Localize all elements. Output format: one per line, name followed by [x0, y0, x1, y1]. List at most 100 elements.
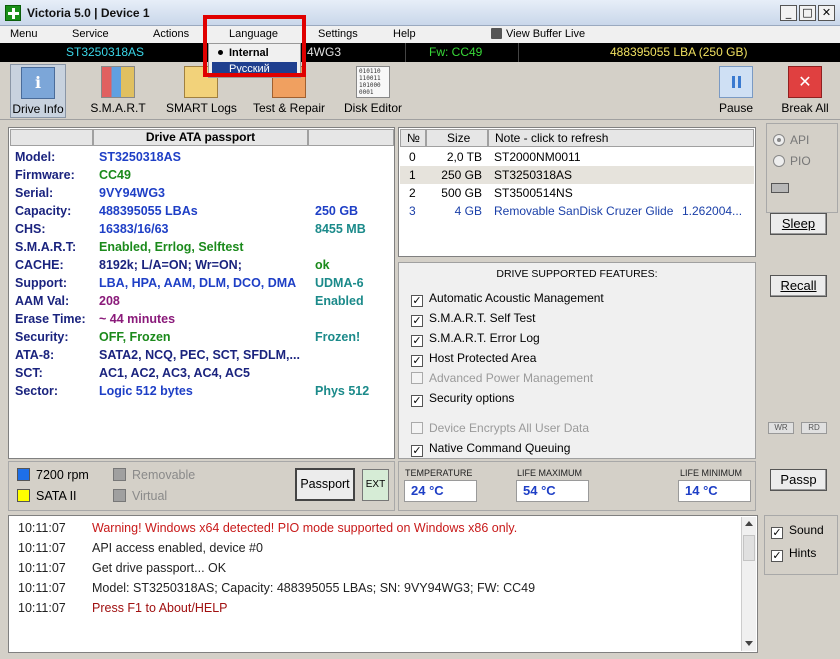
disk-editor-button[interactable]: 010110 110011 101000 0001 Disk Editor [343, 64, 403, 118]
drives-col-no[interactable]: № [400, 129, 426, 147]
checkbox-icon [411, 372, 423, 384]
sound-checkbox[interactable]: ✓ Sound [771, 523, 824, 539]
sata-legend: SATA II [17, 489, 77, 503]
virtual-swatch-icon [113, 489, 126, 502]
passport-value: ST3250318AS [99, 150, 182, 164]
smart-label: S.M.A.R.T [90, 101, 146, 115]
checkbox-icon: ✓ [411, 444, 423, 457]
feature-label: Security options [429, 391, 515, 405]
menu-help[interactable]: Help [393, 27, 416, 42]
maximize-button[interactable]: □ [799, 5, 816, 21]
ext-button[interactable]: EXT [362, 469, 389, 501]
close-button[interactable]: ✕ [818, 5, 835, 21]
passp-button[interactable]: Passp [770, 469, 827, 491]
drive-row[interactable]: 1 250 GB ST3250318AS [400, 166, 754, 184]
scroll-down-icon[interactable] [745, 641, 753, 646]
disk-editor-label: Disk Editor [343, 101, 402, 115]
menu-menu[interactable]: Menu [10, 27, 38, 42]
log-entry: 10:11:07 Warning! Windows x64 detected! P… [18, 518, 517, 538]
feature-label: Advanced Power Management [429, 371, 594, 385]
passport-label: Security: [15, 330, 69, 344]
passport-extra: Frozen! [315, 330, 361, 344]
disk-editor-icon: 010110 110011 101000 0001 [356, 66, 390, 98]
menu-actions[interactable]: Actions [153, 27, 189, 42]
feature-label: Device Encrypts All User Data [429, 421, 590, 435]
drive-row[interactable]: 3 4 GB Removable SanDisk Cruzer Glide 1.262… [400, 202, 754, 220]
passport-label: SCT: [15, 366, 43, 380]
passport-button[interactable]: Passport [295, 468, 355, 501]
pause-button[interactable]: Pause [713, 64, 759, 118]
drives-col-size[interactable]: Size [426, 129, 488, 147]
checkbox-icon: ✓ [411, 294, 423, 307]
rd-indicator: RD [801, 422, 827, 434]
drive-note: Removable SanDisk Cruzer Glide [494, 204, 674, 218]
scroll-thumb[interactable] [743, 535, 755, 561]
break-all-button[interactable]: ✕ Break All [778, 64, 832, 118]
passport-value: 488395055 LBAs [99, 204, 198, 218]
drives-col-note[interactable]: Note - click to refresh [488, 129, 754, 147]
test-repair-label: Test & Repair [252, 101, 326, 115]
passport-value: 9VY94WG3 [99, 186, 166, 200]
drive-number: 1 [409, 168, 416, 182]
feature-checkbox[interactable]: ✓ S.M.A.R.T. Error Log [411, 329, 540, 347]
status-lba: 488395055 LBA (250 GB) [610, 45, 748, 59]
passport-extra: Enabled [315, 294, 364, 308]
passport-label: CACHE: [15, 258, 64, 272]
log-text: Get drive passport... OK [92, 561, 227, 575]
menu-settings[interactable]: Settings [318, 27, 358, 42]
status-divider [518, 43, 519, 62]
life-min-label: LIFE MINIMUM [680, 468, 742, 478]
feature-label: Native Command Queuing [429, 441, 571, 455]
rpm-swatch-icon [17, 468, 30, 481]
feature-checkbox[interactable]: ✓ Host Protected Area [411, 349, 536, 367]
drive-passport-panel: Drive ATA passport Model: ST3250318AS Firm… [8, 127, 395, 459]
recall-button[interactable]: Recall [770, 275, 827, 297]
log-text: API access enabled, device #0 [92, 541, 263, 555]
passport-label: Capacity: [15, 204, 72, 218]
log-scrollbar[interactable] [741, 517, 756, 651]
passport-extra: 8455 MB [315, 222, 366, 236]
drive-row[interactable]: 2 500 GB ST3500514NS [400, 184, 754, 202]
passport-label: S.M.A.R.T: [15, 240, 77, 254]
passport-label: Model: [15, 150, 56, 164]
passport-extra: 250 GB [315, 204, 359, 218]
drive-features-panel: DRIVE SUPPORTED FEATURES: ✓ Automatic Aco… [398, 262, 756, 459]
passport-value: CC49 [99, 168, 131, 182]
activity-indicator [771, 183, 789, 193]
passport-label: CHS: [15, 222, 46, 236]
passport-value: 8192k; L/A=ON; Wr=ON; [99, 258, 242, 272]
feature-checkbox[interactable]: ✓ Security options [411, 389, 514, 407]
minimize-button[interactable]: _ [780, 5, 797, 21]
menu-view-buffer-live[interactable]: View Buffer Live [506, 27, 585, 42]
feature-checkbox[interactable]: ✓ Automatic Acoustic Management [411, 289, 604, 307]
feature-checkbox[interactable]: Advanced Power Management [411, 369, 593, 387]
scroll-up-icon[interactable] [745, 521, 753, 526]
virtual-legend: Virtual [113, 489, 167, 503]
feature-checkbox[interactable]: Device Encrypts All User Data [411, 419, 589, 437]
feature-checkbox[interactable]: ✓ S.M.A.R.T. Self Test [411, 309, 535, 327]
feature-checkbox[interactable]: ✓ Native Command Queuing [411, 439, 570, 457]
passport-extra: ok [315, 258, 330, 272]
drive-row[interactable]: 0 2,0 TB ST2000NM0011 [400, 148, 754, 166]
log-time: 10:11:07 [18, 541, 66, 555]
device-status-bar: ST3250318AS 4WG3 Fw: CC49 488395055 LBA … [0, 43, 840, 62]
passport-value: ~ 44 minutes [99, 312, 176, 326]
menu-service[interactable]: Service [72, 27, 109, 42]
pio-radio[interactable]: PIO [773, 154, 811, 168]
passport-extra: UDMA-6 [315, 276, 364, 290]
passport-label: Serial: [15, 186, 54, 200]
drive-info-button[interactable]: i Drive Info [10, 64, 66, 118]
sleep-button[interactable]: Sleep [770, 213, 827, 235]
log-time: 10:11:07 [18, 521, 66, 535]
drive-note: ST3250318AS [494, 168, 573, 182]
smart-button[interactable]: S.M.A.R.T [88, 64, 148, 118]
temperature-value: 24 °C [404, 480, 477, 502]
feature-label: S.M.A.R.T. Self Test [429, 311, 536, 325]
api-radio[interactable]: API [773, 133, 809, 147]
passport-value: SATA2, NCQ, PEC, SCT, SFDLM,... [99, 348, 300, 362]
window-title: Victoria 5.0 | Device 1 [27, 6, 150, 20]
passport-header: Drive ATA passport [93, 129, 308, 146]
hints-checkbox[interactable]: ✓ Hints [771, 546, 816, 562]
life-min-value: 14 °C [678, 480, 751, 502]
status-divider [405, 43, 406, 62]
